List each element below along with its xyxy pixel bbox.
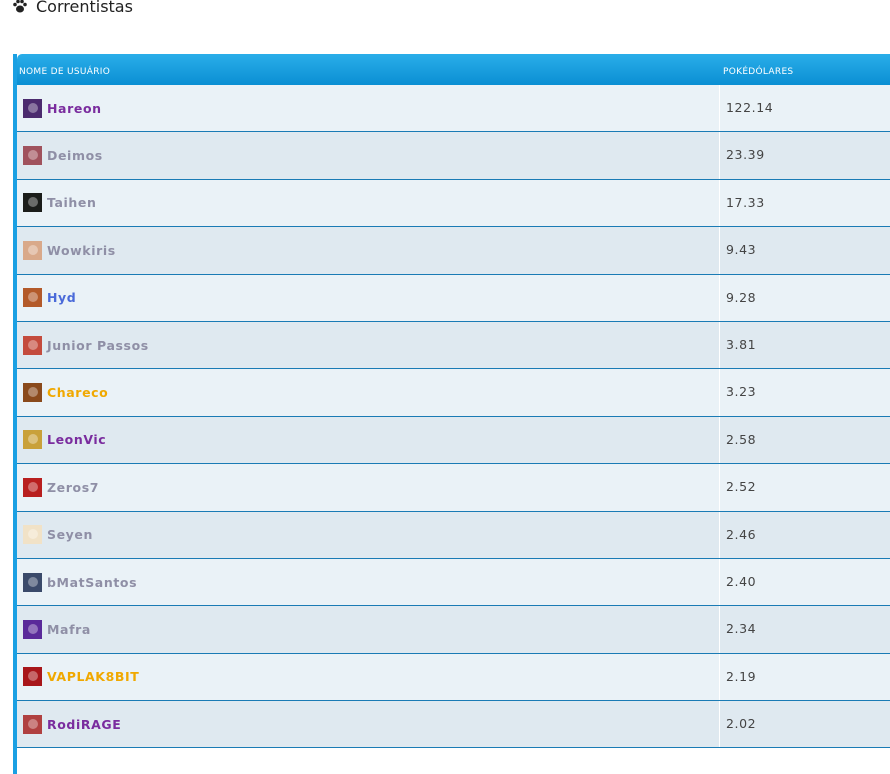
avatar[interactable] xyxy=(23,619,42,639)
user-cell: Taihen xyxy=(17,179,720,227)
username-link[interactable]: Chareco xyxy=(47,385,108,400)
user-cell: Chareco xyxy=(17,369,720,416)
pokedollar-value: 3.81 xyxy=(726,336,757,352)
avatar[interactable] xyxy=(23,288,42,308)
user-cell: Deimos xyxy=(17,132,720,179)
user-cell: Junior Passos xyxy=(17,321,720,369)
page-title-bar: Correntistas xyxy=(12,0,133,18)
username-link[interactable]: Seyen xyxy=(47,527,93,542)
pokedollar-value: 9.28 xyxy=(726,289,757,305)
username-link[interactable]: VAPLAK8BIT xyxy=(47,669,139,684)
user-cell: Seyen xyxy=(17,511,720,558)
avatar[interactable] xyxy=(23,667,42,687)
username-link[interactable]: bMatSantos xyxy=(47,575,137,590)
username-link[interactable]: Junior Passos xyxy=(47,338,149,353)
user-cell: RodiRAGE xyxy=(17,701,720,748)
pokedollar-value: 2.34 xyxy=(726,621,757,637)
avatar[interactable] xyxy=(23,525,42,545)
username-link[interactable]: Zeros7 xyxy=(47,480,99,495)
user-cell: VAPLAK8BIT xyxy=(17,653,720,701)
table-row: Taihen 17.33 xyxy=(17,179,890,228)
username-link[interactable]: Wowkiris xyxy=(47,243,116,258)
column-header-value: POKÉDÓLARES xyxy=(723,66,794,77)
username-link[interactable]: RodiRAGE xyxy=(47,717,121,732)
username-link[interactable]: Taihen xyxy=(47,195,97,210)
table-row: Seyen 2.46 xyxy=(17,511,890,559)
username-link[interactable]: Mafra xyxy=(47,622,91,637)
table-row: Junior Passos 3.81 xyxy=(17,321,890,370)
pokedollar-value: 23.39 xyxy=(726,147,765,163)
pokedollar-value: 2.58 xyxy=(726,431,757,447)
avatar[interactable] xyxy=(23,335,42,355)
table-row: Zeros7 2.52 xyxy=(17,464,890,512)
username-link[interactable]: LeonVic xyxy=(47,432,106,447)
table-row: Wowkiris 9.43 xyxy=(17,227,890,275)
avatar[interactable] xyxy=(23,146,42,166)
pokedollar-value: 2.46 xyxy=(726,526,757,542)
table-row: LeonVic 2.58 xyxy=(17,416,890,465)
table-row: bMatSantos 2.40 xyxy=(17,558,890,607)
username-link[interactable]: Deimos xyxy=(47,148,103,163)
user-cell: Hareon xyxy=(17,85,720,132)
user-cell: Zeros7 xyxy=(17,464,720,511)
avatar[interactable] xyxy=(23,240,42,260)
table-row: RodiRAGE 2.02 xyxy=(17,701,890,749)
table-row: VAPLAK8BIT 2.19 xyxy=(17,653,890,702)
table-body: Hareon 122.14 Deimos 23.39 Taihen 17.33 Wowkir… xyxy=(17,85,890,749)
table-row: Hyd 9.28 xyxy=(17,274,890,322)
pokedollar-value: 2.52 xyxy=(726,479,757,495)
username-link[interactable]: Hyd xyxy=(47,290,76,305)
avatar[interactable] xyxy=(23,430,42,450)
username-link[interactable]: Hareon xyxy=(47,101,102,116)
page-title: Correntistas xyxy=(36,0,133,16)
user-cell: Hyd xyxy=(17,274,720,321)
avatar[interactable] xyxy=(23,572,42,592)
table-row: Hareon 122.14 xyxy=(17,85,890,133)
pokedollar-value: 17.33 xyxy=(726,194,765,210)
ranking-table: NOME DE USUÁRIO POKÉDÓLARES Hareon 122.14… xyxy=(13,54,890,774)
user-cell: Mafra xyxy=(17,606,720,653)
avatar[interactable] xyxy=(23,193,42,213)
user-cell: Wowkiris xyxy=(17,227,720,274)
avatar[interactable] xyxy=(23,98,42,118)
table-row: Mafra 2.34 xyxy=(17,606,890,654)
table-row: Deimos 23.39 xyxy=(17,132,890,180)
table-row: Chareco 3.23 xyxy=(17,369,890,417)
pokedollar-value: 2.40 xyxy=(726,573,757,589)
paw-icon xyxy=(13,0,27,13)
pokedollar-value: 2.19 xyxy=(726,668,757,684)
pokedollar-value: 2.02 xyxy=(726,716,757,732)
column-header-user: NOME DE USUÁRIO xyxy=(19,66,111,77)
user-cell: bMatSantos xyxy=(17,558,720,606)
user-cell: LeonVic xyxy=(17,416,720,464)
table-header: NOME DE USUÁRIO POKÉDÓLARES xyxy=(17,54,890,85)
pokedollar-value: 3.23 xyxy=(726,384,757,400)
pokedollar-value: 122.14 xyxy=(726,100,774,115)
avatar[interactable] xyxy=(23,383,42,403)
avatar[interactable] xyxy=(23,477,42,497)
pokedollar-value: 9.43 xyxy=(726,242,757,258)
avatar[interactable] xyxy=(23,714,42,734)
